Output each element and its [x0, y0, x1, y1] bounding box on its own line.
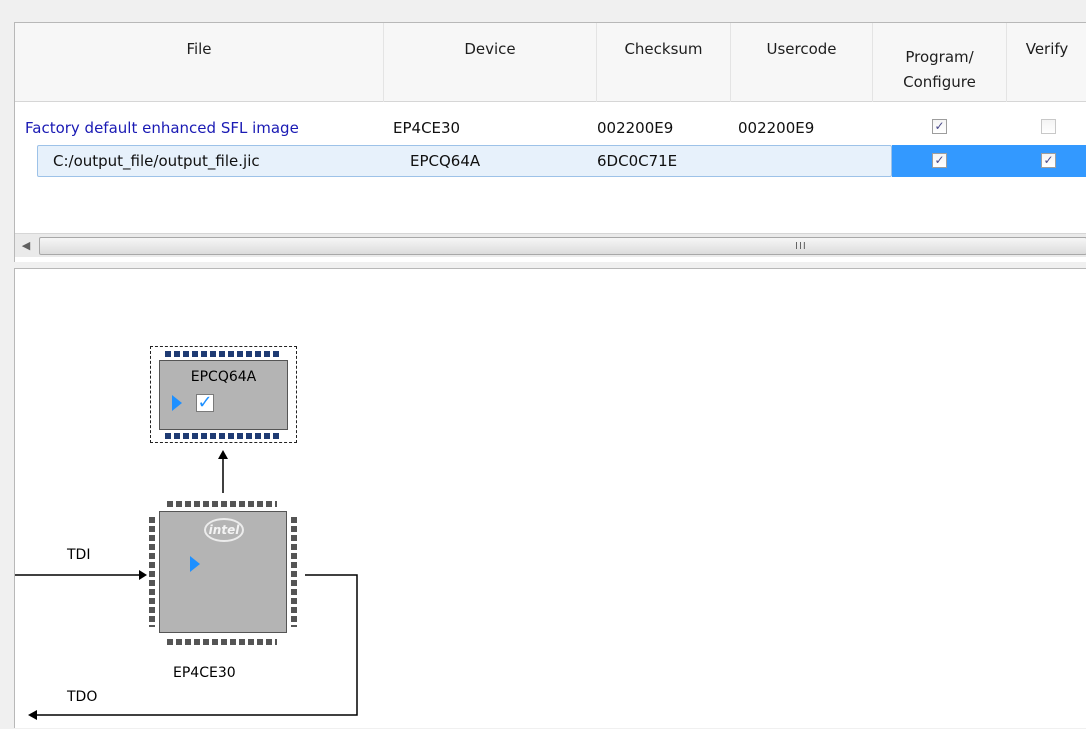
fpga-left-pins: [149, 517, 155, 627]
fpga-chip[interactable]: intel: [159, 511, 287, 633]
flash-bottom-pins: [165, 433, 281, 439]
flash-device-chip[interactable]: EPCQ64A ✓: [159, 360, 288, 430]
fpga-bottom-pins: [167, 639, 277, 645]
program-configure-checkbox[interactable]: ✓: [932, 153, 947, 168]
column-header-device-label: Device: [464, 40, 516, 58]
scrollbar-thumb[interactable]: III: [39, 237, 1086, 255]
table-row-selected[interactable]: C:/output_file/output_file.jic EPCQ64A 6…: [15, 145, 1086, 177]
tdo-label: TDO: [67, 689, 98, 705]
file-name[interactable]: C:/output_file/output_file.jic: [53, 146, 260, 176]
tdi-arrowhead: [139, 570, 147, 580]
checksum-value: 6DC0C71E: [597, 152, 678, 170]
column-header-file[interactable]: File: [15, 23, 384, 102]
flash-top-pins: [165, 351, 281, 357]
column-header-device[interactable]: Device: [384, 23, 597, 102]
flash-device-label: EPCQ64A: [190, 369, 257, 385]
fpga-to-flash-arrowhead: [218, 450, 228, 459]
column-header-checksum[interactable]: Checksum: [597, 23, 731, 102]
scrollbar-grip-icon: III: [795, 241, 807, 252]
scroll-left-arrow-icon[interactable]: ◀: [15, 234, 37, 258]
table-row[interactable]: Factory default enhanced SFL image EP4CE…: [15, 113, 1086, 143]
column-header-checksum-label: Checksum: [624, 40, 703, 58]
usercode-value: 002200E9: [738, 119, 815, 137]
intel-logo-icon: intel: [204, 518, 244, 542]
programmer-file-table: File Device Checksum Usercode Program/ C…: [14, 22, 1086, 262]
jtag-chain-diagram: EPCQ64A ✓ intel EP4CE30 TDI TDO: [14, 268, 1086, 728]
checksum-value: 002200E9: [597, 119, 674, 137]
tdi-label: TDI: [67, 547, 91, 563]
flash-device-selection-outline[interactable]: EPCQ64A ✓: [150, 346, 297, 443]
column-header-verify[interactable]: Verify: [1007, 23, 1086, 102]
fpga-device-label: EP4CE30: [173, 665, 236, 681]
flash-check-icon[interactable]: ✓: [196, 394, 214, 412]
verify-checkbox[interactable]: [1041, 119, 1056, 134]
fpga-play-icon: [190, 556, 200, 572]
column-header-usercode-label: Usercode: [766, 40, 837, 58]
column-header-configure-label: Configure: [903, 72, 976, 91]
device-name: EPCQ64A: [410, 152, 481, 170]
flash-play-icon: [172, 395, 182, 411]
chain-connections: [15, 450, 358, 720]
verify-checkbox[interactable]: ✓: [1041, 153, 1056, 168]
file-name[interactable]: Factory default enhanced SFL image: [25, 113, 299, 143]
fpga-top-pins: [167, 501, 277, 507]
column-header-program-configure[interactable]: Program/ Configure: [873, 23, 1007, 102]
device-name: EP4CE30: [393, 119, 461, 137]
tdo-arrowhead: [28, 710, 37, 720]
table-header: File Device Checksum Usercode Program/ C…: [15, 23, 1086, 102]
column-header-verify-label: Verify: [1025, 40, 1069, 58]
fpga-device[interactable]: intel: [149, 501, 297, 645]
row-selection-highlight-blue: [892, 145, 1086, 177]
column-header-program-label: Program/: [905, 47, 974, 66]
column-header-usercode[interactable]: Usercode: [731, 23, 873, 102]
horizontal-scrollbar[interactable]: ◀ III: [15, 233, 1086, 257]
program-configure-checkbox[interactable]: ✓: [932, 119, 947, 134]
column-header-file-label: File: [186, 40, 212, 58]
fpga-right-pins: [291, 517, 297, 627]
